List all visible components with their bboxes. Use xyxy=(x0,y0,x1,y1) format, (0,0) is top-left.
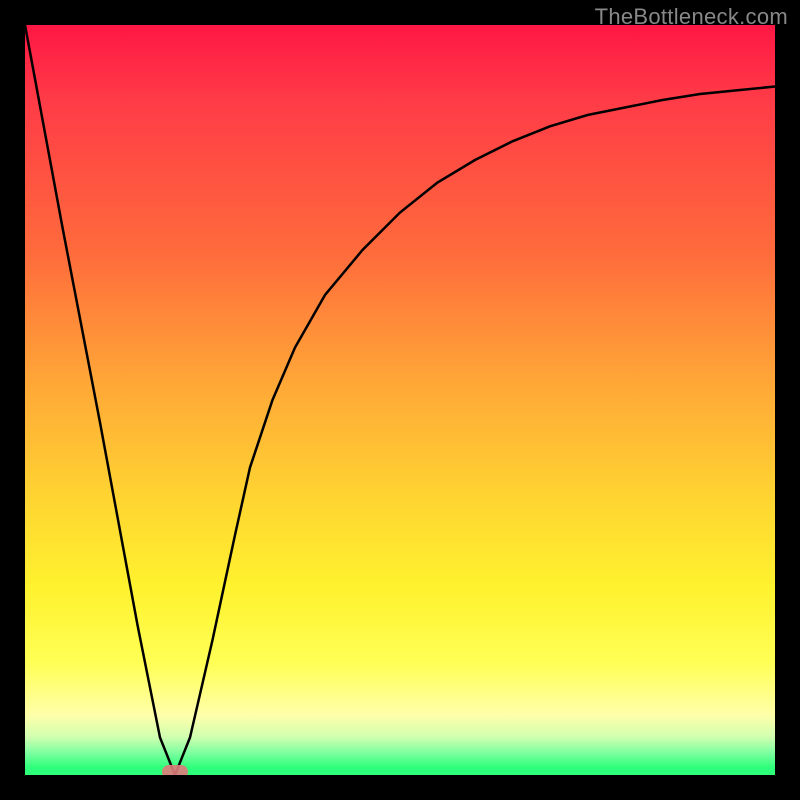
bottleneck-curve-svg xyxy=(25,25,775,775)
watermark-text: TheBottleneck.com xyxy=(595,4,788,30)
chart-frame: TheBottleneck.com xyxy=(0,0,800,800)
optimum-marker xyxy=(162,765,188,775)
bottleneck-curve-path xyxy=(25,25,775,775)
plot-area xyxy=(25,25,775,775)
